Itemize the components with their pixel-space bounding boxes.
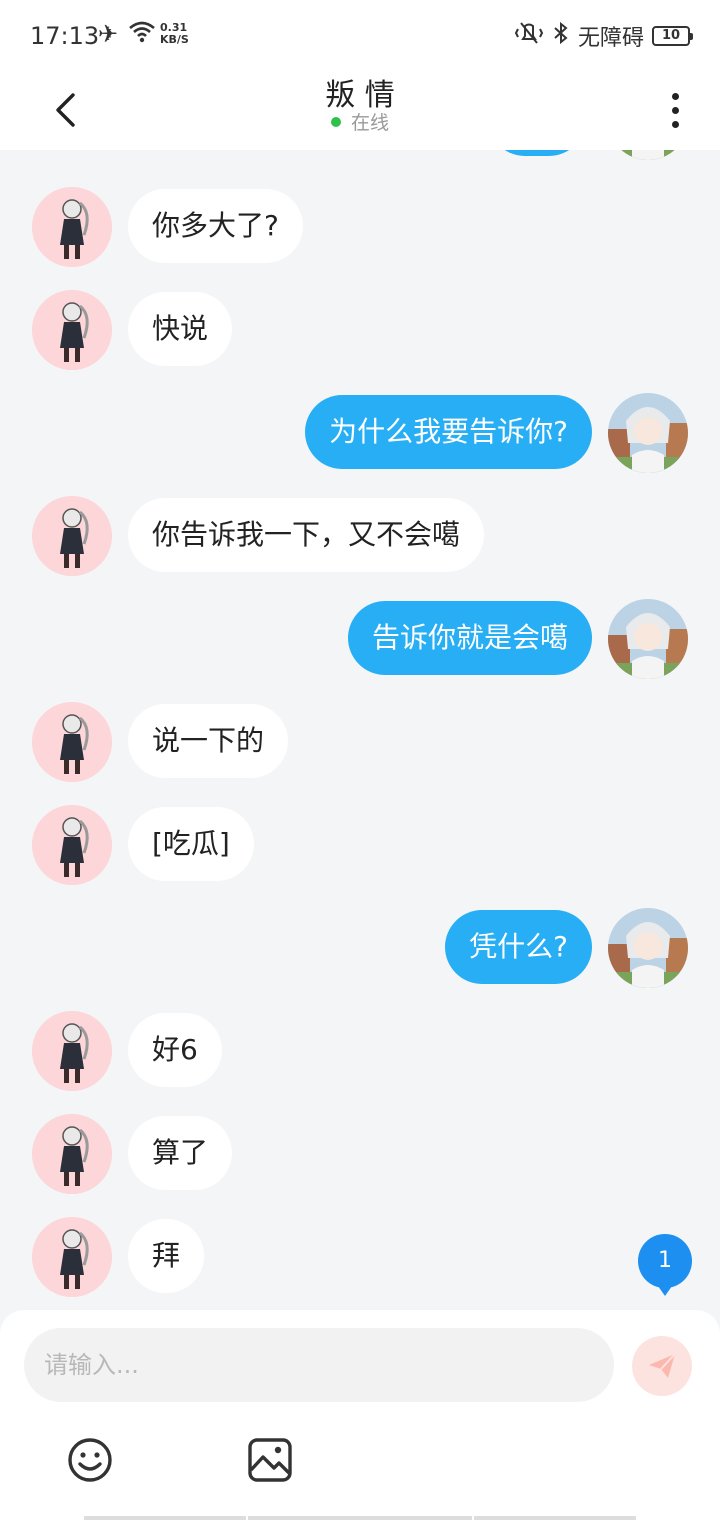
- message-bubble[interactable]: 算了: [128, 1116, 233, 1190]
- message-row: 凭什么?: [0, 908, 720, 988]
- chat-header: 叛 情 在线: [0, 70, 720, 150]
- message-bubble[interactable]: 你多大了?: [128, 189, 303, 263]
- vibrate-mute-icon: [514, 21, 544, 51]
- message-row: [吃瓜]: [0, 805, 720, 885]
- my-avatar[interactable]: [608, 150, 688, 160]
- online-dot: [330, 116, 341, 127]
- more-options-button[interactable]: [660, 80, 690, 140]
- speed-unit: KB/S: [160, 33, 189, 46]
- more-dot-icon: [671, 120, 679, 128]
- smiley-icon: [68, 1438, 112, 1482]
- status-right: 无障碍 10: [514, 20, 693, 52]
- network-speed: 0.31 KB/S: [160, 22, 189, 46]
- nav-bar-segment: [474, 1516, 636, 1520]
- message-row: 快说: [0, 290, 720, 370]
- online-status-label: 在线: [350, 112, 389, 134]
- online-status: 在线: [0, 108, 720, 135]
- status-bar: 17:13 ✈ 0.31 KB/S 无障碍 10: [0, 0, 720, 70]
- message-bubble[interactable]: 你告诉我一下，又不会噶: [128, 498, 485, 572]
- message-bubble[interactable]: 为什么我要告诉你?: [305, 395, 592, 469]
- image-icon: [248, 1438, 292, 1482]
- message-row: 拜: [0, 1217, 720, 1297]
- composer: [0, 1310, 720, 1520]
- airplane-icon: ✈: [98, 20, 119, 48]
- message-list[interactable]: 你多大了? 快说 为什么我要告诉你? 你告诉我一下，又不会噶 告诉你就是会噶 说…: [0, 150, 720, 1310]
- message-row: 你告诉我一下，又不会噶: [0, 496, 720, 576]
- contact-avatar[interactable]: [32, 1217, 112, 1297]
- message-bubble[interactable]: 告诉你就是会噶: [347, 601, 592, 675]
- more-dot-icon: [671, 106, 679, 114]
- contact-avatar[interactable]: [32, 1114, 112, 1194]
- send-icon: [649, 1353, 676, 1378]
- message-bubble[interactable]: [吃瓜]: [128, 807, 254, 881]
- message-row: 好6: [0, 1011, 720, 1091]
- image-button[interactable]: [246, 1436, 294, 1484]
- more-dot-icon: [671, 92, 679, 100]
- message-bubble[interactable]: 拜: [128, 1219, 205, 1293]
- bluetooth-icon: [552, 21, 570, 51]
- contact-avatar[interactable]: [32, 1011, 112, 1091]
- message-row: 你多大了?: [0, 187, 720, 267]
- message-bubble[interactable]: 凭什么?: [445, 910, 592, 984]
- wifi-icon: [128, 20, 156, 48]
- message-row: 告诉你就是会噶: [0, 599, 720, 679]
- my-avatar[interactable]: [608, 908, 688, 988]
- contact-avatar[interactable]: [32, 805, 112, 885]
- message-input[interactable]: [24, 1328, 614, 1402]
- nav-bar-segment: [84, 1516, 246, 1520]
- my-avatar[interactable]: [608, 599, 688, 679]
- accessibility-label: 无障碍: [577, 26, 644, 51]
- message-bubble[interactable]: 快说: [128, 292, 233, 366]
- status-time: 17:13: [30, 22, 100, 50]
- contact-avatar[interactable]: [32, 702, 112, 782]
- message-row: 算了: [0, 1114, 720, 1194]
- message-partial: [0, 150, 720, 160]
- contact-avatar[interactable]: [32, 290, 112, 370]
- my-avatar[interactable]: [608, 393, 688, 473]
- message-row: 为什么我要告诉你?: [0, 393, 720, 473]
- send-button[interactable]: [632, 1336, 692, 1396]
- message-bubble-partial: [488, 150, 586, 156]
- contact-avatar[interactable]: [32, 187, 112, 267]
- battery-icon: 10: [652, 26, 693, 46]
- unread-count-badge[interactable]: 1: [638, 1234, 692, 1296]
- emoji-button[interactable]: [66, 1436, 114, 1484]
- contact-avatar[interactable]: [32, 496, 112, 576]
- nav-bar-segment: [248, 1516, 472, 1520]
- message-bubble[interactable]: 好6: [128, 1013, 222, 1087]
- message-bubble[interactable]: 说一下的: [128, 704, 289, 778]
- message-row: 说一下的: [0, 702, 720, 782]
